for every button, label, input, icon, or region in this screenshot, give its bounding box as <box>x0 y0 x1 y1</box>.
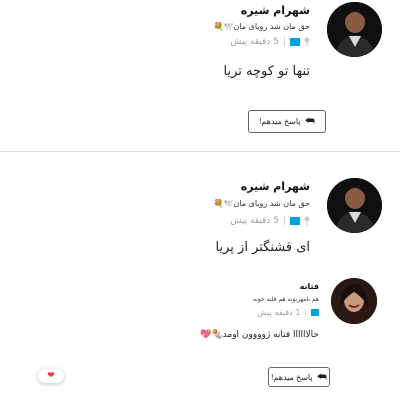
comment-meta: | 5 دقیقه پیش <box>110 216 310 226</box>
like-button[interactable]: ❤ <box>38 369 64 383</box>
comment-author: شهرام شیره <box>240 4 310 17</box>
comment-author: شهرام شیره <box>240 180 310 193</box>
reply-label: پاسخ میدهم! <box>259 117 301 126</box>
reply-time: 1 دقیقه پیش <box>257 308 301 317</box>
comment-message: تنها تو کوچه تریا <box>223 64 310 79</box>
reply-message: حالاااااا فتانه ژوووون اومد🌯💖 <box>200 330 319 340</box>
pin-icon <box>304 216 310 226</box>
heart-icon: ❤ <box>47 371 55 381</box>
pin-icon <box>304 37 310 47</box>
reply-author: فتانه <box>299 282 319 291</box>
flag-icon <box>311 309 319 316</box>
reply-arrow-icon: ⮪ <box>304 115 315 127</box>
meta-separator: | <box>282 37 286 47</box>
flag-icon <box>290 217 300 225</box>
flag-icon <box>290 38 300 46</box>
comment-message: ای قشنگتر از پریا <box>215 240 310 255</box>
avatar-image <box>327 2 382 57</box>
comment-time: 5 دقیقه پیش <box>230 216 279 226</box>
avatar[interactable] <box>331 278 377 324</box>
avatar[interactable] <box>327 178 382 233</box>
reply-button[interactable]: ⮪ پاسخ میدهم! <box>268 367 330 387</box>
comment-divider <box>0 151 400 152</box>
reply-arrow-icon: ⮪ <box>316 370 327 383</box>
avatar-image <box>331 278 377 324</box>
avatar[interactable] <box>327 2 382 57</box>
meta-separator: | <box>304 308 307 317</box>
reply-button[interactable]: ⮪ پاسخ میدهم! <box>248 110 326 133</box>
reply-status: هم نامهربونه هم قلبه خونه <box>253 296 319 303</box>
comment-time: 5 دقیقه پیش <box>230 37 279 47</box>
reply-label: پاسخ میدهم! <box>271 372 313 382</box>
comment-meta: | 5 دقیقه پیش <box>110 37 310 47</box>
reply-meta: | 1 دقیقه پیش <box>119 308 319 317</box>
comment-status: حق مان شد رویای مان🕊️💐 <box>213 22 310 31</box>
avatar-image <box>327 178 382 233</box>
comment-status: حق مان شد رویای مان🕊️💐 <box>213 199 310 208</box>
meta-separator: | <box>282 216 286 226</box>
